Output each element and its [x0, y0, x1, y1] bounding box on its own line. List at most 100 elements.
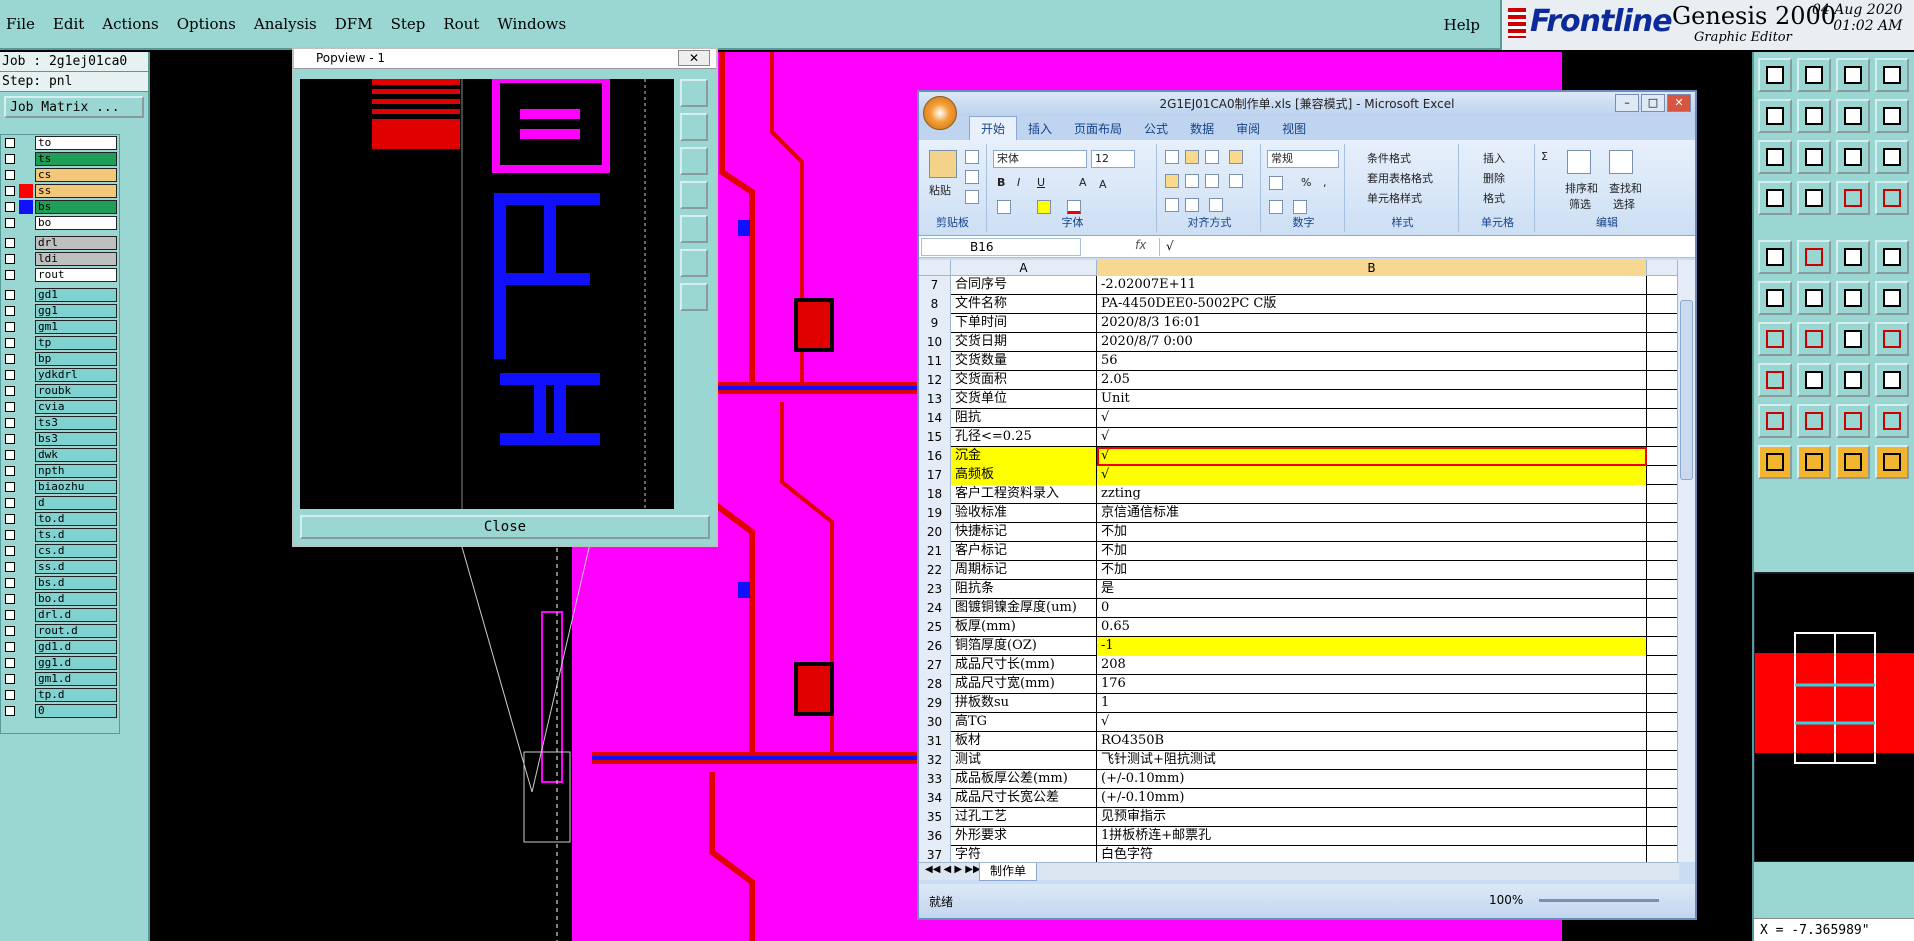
- cell-b[interactable]: zzting: [1097, 485, 1647, 504]
- tool-button[interactable]: [1758, 281, 1792, 315]
- cell-b[interactable]: PA-4450DEE0-5002PC C版: [1097, 295, 1647, 314]
- cell-b[interactable]: 不加: [1097, 542, 1647, 561]
- close-button[interactable]: Close: [300, 515, 710, 539]
- layer-name[interactable]: gm1: [35, 320, 117, 334]
- menu-dfm[interactable]: DFM: [335, 15, 373, 33]
- layer-name[interactable]: to: [35, 136, 117, 150]
- tool-button[interactable]: [1758, 404, 1792, 438]
- layer-checkbox[interactable]: [5, 466, 15, 476]
- cell-a[interactable]: 交货面积: [951, 371, 1097, 390]
- layer-name[interactable]: drl: [35, 236, 117, 250]
- overview-map[interactable]: [1754, 572, 1914, 862]
- layer-row[interactable]: bo.d: [1, 591, 119, 607]
- layer-row[interactable]: drl: [1, 235, 119, 251]
- name-box[interactable]: B16: [921, 238, 1081, 256]
- fill-color-icon[interactable]: [1037, 200, 1051, 214]
- layer-name[interactable]: tp: [35, 336, 117, 350]
- layer-row[interactable]: ss: [1, 183, 119, 199]
- tab-data[interactable]: 数据: [1179, 117, 1225, 140]
- increase-indent-icon[interactable]: [1185, 198, 1199, 212]
- cell-a[interactable]: 客户标记: [951, 542, 1097, 561]
- tool-button[interactable]: [1758, 140, 1792, 174]
- popview-titlebar[interactable]: Popview - 1 ✕: [294, 49, 716, 69]
- tab-page-layout[interactable]: 页面布局: [1063, 117, 1133, 140]
- percent-button[interactable]: %: [1301, 176, 1311, 189]
- menu-edit[interactable]: Edit: [53, 15, 84, 33]
- tool-button[interactable]: [1758, 363, 1792, 397]
- layer-name[interactable]: ss.d: [35, 560, 117, 574]
- tool-button[interactable]: [1836, 404, 1870, 438]
- sheet-tab[interactable]: 制作单: [979, 863, 1038, 881]
- wrap-text-icon[interactable]: [1229, 150, 1243, 164]
- cell-a[interactable]: 客户工程资料录入: [951, 485, 1097, 504]
- row-number[interactable]: 35: [919, 808, 951, 827]
- tool-button[interactable]: [1797, 322, 1831, 356]
- fx-icon[interactable]: fx: [1135, 238, 1146, 252]
- insert-cells-button[interactable]: 插入: [1483, 150, 1505, 166]
- layer-checkbox[interactable]: [5, 594, 15, 604]
- cell-b[interactable]: RO4350B: [1097, 732, 1647, 751]
- popview-canvas[interactable]: [300, 79, 674, 509]
- cell-a[interactable]: 文件名称: [951, 295, 1097, 314]
- tool-button[interactable]: [1836, 445, 1870, 479]
- tool-button[interactable]: [1875, 404, 1909, 438]
- layer-row[interactable]: gd1.d: [1, 639, 119, 655]
- row-number[interactable]: 17: [919, 466, 951, 485]
- layer-row[interactable]: drl.d: [1, 607, 119, 623]
- layer-name[interactable]: ts.d: [35, 528, 117, 542]
- tool-button[interactable]: [1758, 99, 1792, 133]
- layer-name[interactable]: cs: [35, 168, 117, 182]
- menu-actions[interactable]: Actions: [102, 15, 158, 33]
- col-header-b[interactable]: B: [1097, 260, 1647, 276]
- tab-view[interactable]: 视图: [1271, 117, 1317, 140]
- format-painter-icon[interactable]: [965, 190, 979, 204]
- tool-button[interactable]: [1836, 363, 1870, 397]
- row-number[interactable]: 37: [919, 846, 951, 862]
- orientation-icon[interactable]: [1209, 198, 1223, 212]
- row-number[interactable]: 24: [919, 599, 951, 618]
- cell-a[interactable]: 合同序号: [951, 276, 1097, 295]
- layer-name[interactable]: ydkdrl: [35, 368, 117, 382]
- close-window-button[interactable]: ✕: [1667, 94, 1691, 112]
- cell-b[interactable]: 京信通信标准: [1097, 504, 1647, 523]
- number-format-select[interactable]: 常规: [1267, 150, 1339, 168]
- excel-titlebar[interactable]: 2G1EJ01CA0制作单.xls [兼容模式] - Microsoft Exc…: [919, 92, 1695, 116]
- layer-row[interactable]: ldi: [1, 251, 119, 267]
- row-number[interactable]: 21: [919, 542, 951, 561]
- layer-row[interactable]: gg1: [1, 303, 119, 319]
- layer-name[interactable]: gg1: [35, 304, 117, 318]
- layer-checkbox[interactable]: [5, 690, 15, 700]
- tool-button[interactable]: [1797, 281, 1831, 315]
- decrease-indent-icon[interactable]: [1165, 198, 1179, 212]
- zoom-slider[interactable]: [1539, 899, 1659, 902]
- layer-name[interactable]: rout: [35, 268, 117, 282]
- cell-a[interactable]: 板厚(mm): [951, 618, 1097, 637]
- tool-button[interactable]: [1797, 58, 1831, 92]
- sheet-nav-icon[interactable]: ◀◀ ◀ ▶ ▶▶: [925, 864, 981, 875]
- center-button[interactable]: [680, 283, 708, 311]
- cell-a[interactable]: 交货日期: [951, 333, 1097, 352]
- row-number[interactable]: 23: [919, 580, 951, 599]
- cell-b[interactable]: Unit: [1097, 390, 1647, 409]
- zoom-area-button[interactable]: [680, 249, 708, 277]
- layer-row[interactable]: bo: [1, 215, 119, 231]
- cell-b[interactable]: 不加: [1097, 523, 1647, 542]
- menu-file[interactable]: File: [6, 15, 35, 33]
- row-number[interactable]: 19: [919, 504, 951, 523]
- tool-button[interactable]: [1875, 445, 1909, 479]
- layer-name[interactable]: tp.d: [35, 688, 117, 702]
- col-header-a[interactable]: A: [951, 260, 1097, 276]
- layer-checkbox[interactable]: [5, 450, 15, 460]
- layer-name[interactable]: 0: [35, 704, 117, 718]
- cell-a[interactable]: 验收标准: [951, 504, 1097, 523]
- decrease-decimal-icon[interactable]: [1293, 200, 1307, 214]
- row-number[interactable]: 22: [919, 561, 951, 580]
- layer-row[interactable]: bs: [1, 199, 119, 215]
- layer-row[interactable]: ts3: [1, 415, 119, 431]
- layer-checkbox[interactable]: [5, 514, 15, 524]
- cell-b[interactable]: 2020/8/7 0:00: [1097, 333, 1647, 352]
- tool-button[interactable]: [1797, 181, 1831, 215]
- layer-checkbox[interactable]: [5, 170, 15, 180]
- cell-b[interactable]: √: [1097, 466, 1647, 485]
- layer-name[interactable]: gm1.d: [35, 672, 117, 686]
